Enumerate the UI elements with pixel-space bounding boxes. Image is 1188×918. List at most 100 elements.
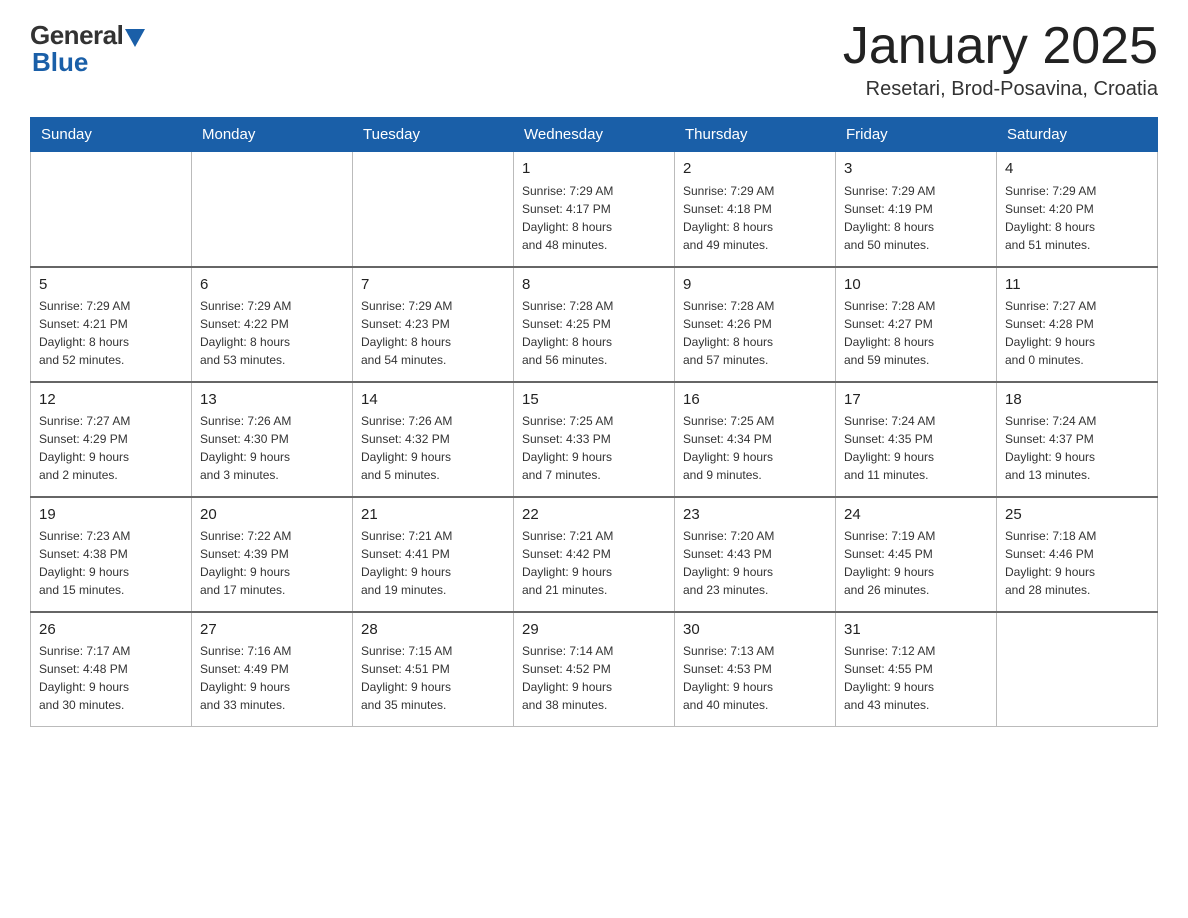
calendar-cell: 25Sunrise: 7:18 AMSunset: 4:46 PMDayligh… bbox=[997, 497, 1158, 612]
calendar-cell: 22Sunrise: 7:21 AMSunset: 4:42 PMDayligh… bbox=[514, 497, 675, 612]
day-info: Sunrise: 7:23 AMSunset: 4:38 PMDaylight:… bbox=[39, 527, 183, 599]
calendar-cell: 6Sunrise: 7:29 AMSunset: 4:22 PMDaylight… bbox=[192, 267, 353, 382]
header-cell-tuesday: Tuesday bbox=[353, 118, 514, 152]
calendar-cell: 16Sunrise: 7:25 AMSunset: 4:34 PMDayligh… bbox=[675, 382, 836, 497]
day-info: Sunrise: 7:28 AMSunset: 4:27 PMDaylight:… bbox=[844, 297, 988, 369]
day-number: 27 bbox=[200, 619, 344, 641]
calendar-cell: 23Sunrise: 7:20 AMSunset: 4:43 PMDayligh… bbox=[675, 497, 836, 612]
calendar-cell: 19Sunrise: 7:23 AMSunset: 4:38 PMDayligh… bbox=[31, 497, 192, 612]
calendar-cell: 4Sunrise: 7:29 AMSunset: 4:20 PMDaylight… bbox=[997, 152, 1158, 267]
day-number: 8 bbox=[522, 274, 666, 296]
calendar-cell: 31Sunrise: 7:12 AMSunset: 4:55 PMDayligh… bbox=[836, 612, 997, 727]
header-cell-wednesday: Wednesday bbox=[514, 118, 675, 152]
day-info: Sunrise: 7:12 AMSunset: 4:55 PMDaylight:… bbox=[844, 642, 988, 714]
day-number: 23 bbox=[683, 504, 827, 526]
calendar-cell bbox=[31, 152, 192, 267]
day-number: 6 bbox=[200, 274, 344, 296]
day-info: Sunrise: 7:29 AMSunset: 4:17 PMDaylight:… bbox=[522, 182, 666, 254]
week-row-5: 26Sunrise: 7:17 AMSunset: 4:48 PMDayligh… bbox=[31, 612, 1158, 727]
header-cell-sunday: Sunday bbox=[31, 118, 192, 152]
header-cell-monday: Monday bbox=[192, 118, 353, 152]
day-info: Sunrise: 7:29 AMSunset: 4:21 PMDaylight:… bbox=[39, 297, 183, 369]
day-info: Sunrise: 7:20 AMSunset: 4:43 PMDaylight:… bbox=[683, 527, 827, 599]
calendar-cell: 5Sunrise: 7:29 AMSunset: 4:21 PMDaylight… bbox=[31, 267, 192, 382]
day-number: 11 bbox=[1005, 274, 1149, 296]
day-number: 22 bbox=[522, 504, 666, 526]
day-info: Sunrise: 7:28 AMSunset: 4:25 PMDaylight:… bbox=[522, 297, 666, 369]
calendar-cell: 21Sunrise: 7:21 AMSunset: 4:41 PMDayligh… bbox=[353, 497, 514, 612]
day-number: 18 bbox=[1005, 389, 1149, 411]
day-info: Sunrise: 7:25 AMSunset: 4:34 PMDaylight:… bbox=[683, 412, 827, 484]
calendar-body: 1Sunrise: 7:29 AMSunset: 4:17 PMDaylight… bbox=[31, 152, 1158, 727]
day-info: Sunrise: 7:15 AMSunset: 4:51 PMDaylight:… bbox=[361, 642, 505, 714]
day-number: 7 bbox=[361, 274, 505, 296]
calendar-cell: 9Sunrise: 7:28 AMSunset: 4:26 PMDaylight… bbox=[675, 267, 836, 382]
day-number: 14 bbox=[361, 389, 505, 411]
calendar-cell: 24Sunrise: 7:19 AMSunset: 4:45 PMDayligh… bbox=[836, 497, 997, 612]
header-cell-friday: Friday bbox=[836, 118, 997, 152]
calendar-cell: 8Sunrise: 7:28 AMSunset: 4:25 PMDaylight… bbox=[514, 267, 675, 382]
day-info: Sunrise: 7:24 AMSunset: 4:35 PMDaylight:… bbox=[844, 412, 988, 484]
month-title: January 2025 bbox=[843, 20, 1158, 72]
day-info: Sunrise: 7:29 AMSunset: 4:19 PMDaylight:… bbox=[844, 182, 988, 254]
calendar-cell: 3Sunrise: 7:29 AMSunset: 4:19 PMDaylight… bbox=[836, 152, 997, 267]
header-cell-saturday: Saturday bbox=[997, 118, 1158, 152]
calendar-cell: 1Sunrise: 7:29 AMSunset: 4:17 PMDaylight… bbox=[514, 152, 675, 267]
page-header: General Blue January 2025 Resetari, Brod… bbox=[30, 20, 1158, 101]
calendar-table: SundayMondayTuesdayWednesdayThursdayFrid… bbox=[30, 117, 1158, 727]
calendar-cell: 10Sunrise: 7:28 AMSunset: 4:27 PMDayligh… bbox=[836, 267, 997, 382]
calendar-cell: 7Sunrise: 7:29 AMSunset: 4:23 PMDaylight… bbox=[353, 267, 514, 382]
logo-blue-text: Blue bbox=[32, 47, 88, 78]
header-row: SundayMondayTuesdayWednesdayThursdayFrid… bbox=[31, 118, 1158, 152]
calendar-cell: 11Sunrise: 7:27 AMSunset: 4:28 PMDayligh… bbox=[997, 267, 1158, 382]
day-info: Sunrise: 7:27 AMSunset: 4:28 PMDaylight:… bbox=[1005, 297, 1149, 369]
location-text: Resetari, Brod-Posavina, Croatia bbox=[843, 78, 1158, 101]
day-info: Sunrise: 7:14 AMSunset: 4:52 PMDaylight:… bbox=[522, 642, 666, 714]
day-info: Sunrise: 7:22 AMSunset: 4:39 PMDaylight:… bbox=[200, 527, 344, 599]
calendar-cell: 14Sunrise: 7:26 AMSunset: 4:32 PMDayligh… bbox=[353, 382, 514, 497]
calendar-cell: 2Sunrise: 7:29 AMSunset: 4:18 PMDaylight… bbox=[675, 152, 836, 267]
day-number: 26 bbox=[39, 619, 183, 641]
day-info: Sunrise: 7:18 AMSunset: 4:46 PMDaylight:… bbox=[1005, 527, 1149, 599]
logo: General Blue bbox=[30, 20, 145, 78]
day-info: Sunrise: 7:25 AMSunset: 4:33 PMDaylight:… bbox=[522, 412, 666, 484]
day-number: 16 bbox=[683, 389, 827, 411]
calendar-cell: 30Sunrise: 7:13 AMSunset: 4:53 PMDayligh… bbox=[675, 612, 836, 727]
day-number: 5 bbox=[39, 274, 183, 296]
calendar-cell bbox=[353, 152, 514, 267]
day-info: Sunrise: 7:29 AMSunset: 4:23 PMDaylight:… bbox=[361, 297, 505, 369]
calendar-cell: 27Sunrise: 7:16 AMSunset: 4:49 PMDayligh… bbox=[192, 612, 353, 727]
calendar-cell: 26Sunrise: 7:17 AMSunset: 4:48 PMDayligh… bbox=[31, 612, 192, 727]
calendar-cell bbox=[997, 612, 1158, 727]
day-number: 4 bbox=[1005, 158, 1149, 180]
day-info: Sunrise: 7:17 AMSunset: 4:48 PMDaylight:… bbox=[39, 642, 183, 714]
calendar-header: SundayMondayTuesdayWednesdayThursdayFrid… bbox=[31, 118, 1158, 152]
day-info: Sunrise: 7:21 AMSunset: 4:42 PMDaylight:… bbox=[522, 527, 666, 599]
logo-triangle-icon bbox=[125, 29, 145, 47]
day-info: Sunrise: 7:29 AMSunset: 4:18 PMDaylight:… bbox=[683, 182, 827, 254]
day-number: 12 bbox=[39, 389, 183, 411]
day-info: Sunrise: 7:29 AMSunset: 4:22 PMDaylight:… bbox=[200, 297, 344, 369]
day-info: Sunrise: 7:29 AMSunset: 4:20 PMDaylight:… bbox=[1005, 182, 1149, 254]
day-number: 29 bbox=[522, 619, 666, 641]
week-row-2: 5Sunrise: 7:29 AMSunset: 4:21 PMDaylight… bbox=[31, 267, 1158, 382]
calendar-cell: 17Sunrise: 7:24 AMSunset: 4:35 PMDayligh… bbox=[836, 382, 997, 497]
day-info: Sunrise: 7:27 AMSunset: 4:29 PMDaylight:… bbox=[39, 412, 183, 484]
title-section: January 2025 Resetari, Brod-Posavina, Cr… bbox=[843, 20, 1158, 101]
day-number: 15 bbox=[522, 389, 666, 411]
header-cell-thursday: Thursday bbox=[675, 118, 836, 152]
day-info: Sunrise: 7:26 AMSunset: 4:32 PMDaylight:… bbox=[361, 412, 505, 484]
day-number: 21 bbox=[361, 504, 505, 526]
calendar-cell bbox=[192, 152, 353, 267]
day-number: 3 bbox=[844, 158, 988, 180]
day-number: 25 bbox=[1005, 504, 1149, 526]
day-number: 19 bbox=[39, 504, 183, 526]
day-number: 10 bbox=[844, 274, 988, 296]
day-info: Sunrise: 7:24 AMSunset: 4:37 PMDaylight:… bbox=[1005, 412, 1149, 484]
day-number: 9 bbox=[683, 274, 827, 296]
day-number: 1 bbox=[522, 158, 666, 180]
calendar-cell: 18Sunrise: 7:24 AMSunset: 4:37 PMDayligh… bbox=[997, 382, 1158, 497]
day-info: Sunrise: 7:19 AMSunset: 4:45 PMDaylight:… bbox=[844, 527, 988, 599]
calendar-cell: 13Sunrise: 7:26 AMSunset: 4:30 PMDayligh… bbox=[192, 382, 353, 497]
day-number: 24 bbox=[844, 504, 988, 526]
